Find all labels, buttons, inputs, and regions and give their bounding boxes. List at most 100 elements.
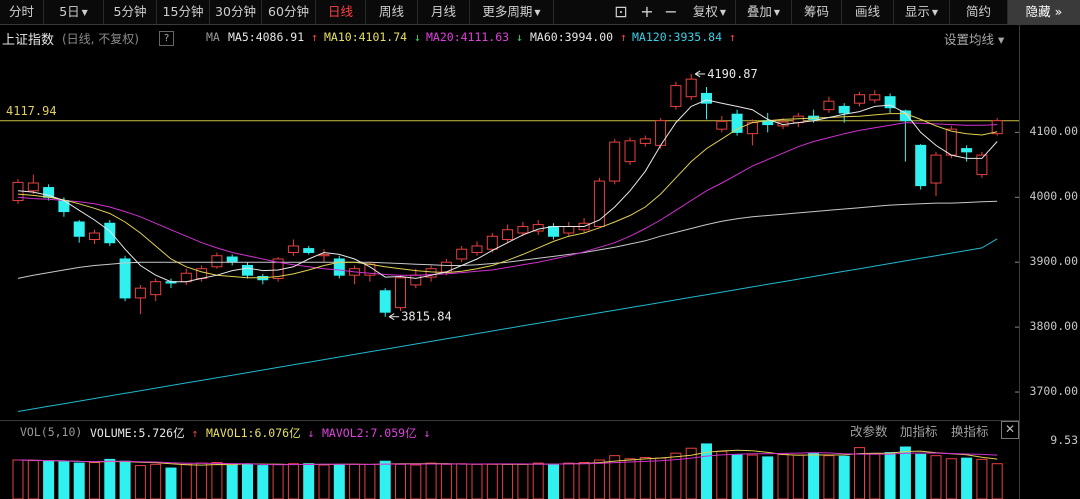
candle-body [73, 221, 85, 237]
volume-bar [104, 458, 116, 499]
ma20-line [17, 122, 998, 276]
candle-body [226, 256, 238, 263]
volume-bar [486, 463, 498, 499]
volume-bar [12, 459, 24, 499]
mavol1-value: MAVOL1:6.076亿 ↓ [206, 426, 315, 440]
volume-bar [624, 458, 636, 499]
volume-bar [349, 463, 361, 499]
volume-bar [211, 461, 223, 499]
volume-bar [471, 463, 483, 499]
volume-bar [425, 462, 437, 499]
volume-bar [854, 447, 865, 499]
edit-params-button[interactable]: 改参数 [850, 421, 888, 440]
candle-body [486, 235, 498, 250]
candle-body [884, 96, 896, 109]
candle-body [395, 277, 406, 309]
volume-bar [165, 467, 177, 499]
candle-body [670, 85, 682, 107]
candle-body [563, 226, 575, 234]
candle-body [211, 255, 223, 268]
candle-body [119, 258, 131, 299]
volume-bar [119, 460, 131, 499]
candle-body [502, 229, 514, 240]
volume-bar [792, 454, 804, 499]
volume-bar [303, 463, 315, 499]
candle-body [961, 148, 973, 153]
switch-indicator-button[interactable]: 换指标 [951, 421, 989, 440]
y-tick-label: 4000.00 [1029, 189, 1078, 204]
volume-bar [150, 463, 162, 499]
candle-body [838, 105, 850, 114]
candle-body [915, 144, 927, 187]
candle-body [89, 232, 100, 240]
volume-bar [287, 463, 299, 499]
ma10-line [17, 113, 998, 279]
volume-bar [808, 452, 820, 499]
price-line-label: 4117.94 [6, 104, 57, 118]
y-tick-label: 4100.00 [1029, 124, 1078, 139]
candle-body [242, 264, 253, 276]
volume-bar [379, 460, 391, 499]
volume-bar [578, 461, 590, 499]
volume-bar [517, 463, 529, 499]
volume-bar [762, 456, 774, 499]
volume-bar [73, 462, 85, 499]
volume-bar [838, 455, 850, 499]
volume-bar [134, 465, 146, 499]
candle-body [379, 290, 391, 313]
volume-bar [899, 446, 911, 499]
volume-bar [961, 457, 973, 499]
volume-bar [364, 463, 376, 499]
volume-bar [976, 458, 988, 499]
volume-bar [395, 463, 406, 499]
low-label: 3815.84 [401, 310, 452, 324]
candle-body [624, 140, 636, 163]
candle-body [854, 94, 865, 104]
volume-bar [869, 453, 881, 499]
volume-bar [716, 450, 728, 499]
volume-bar [196, 462, 208, 499]
candle-body [869, 94, 881, 101]
volume-bar [777, 453, 789, 499]
volume-bar [333, 464, 345, 499]
volume-bar [945, 458, 957, 499]
volume-bar [563, 462, 575, 499]
double-chevron-icon: » [1050, 4, 1063, 19]
volume-bar [884, 452, 896, 499]
candle-body [471, 245, 483, 253]
hide-label: 隐藏 [1025, 4, 1051, 19]
add-indicator-button[interactable]: 加指标 [900, 421, 938, 440]
candle-body [517, 226, 529, 234]
candle-body [287, 245, 299, 253]
volume-bar [272, 463, 284, 499]
candle-body [27, 182, 39, 192]
high-label: 4190.87 [707, 67, 758, 81]
candle-body [456, 248, 468, 260]
candle-body [150, 281, 162, 296]
volume-bar [456, 463, 468, 499]
candle-body [196, 268, 208, 279]
volume-bar [43, 460, 55, 499]
volume-bar [410, 464, 422, 499]
y-tick-label: 3800.00 [1029, 319, 1078, 334]
y-tick-label: 3900.00 [1029, 254, 1078, 269]
y-tick-label: 3700.00 [1029, 384, 1078, 399]
candle-body [685, 78, 697, 98]
close-icon[interactable]: ✕ [1001, 421, 1019, 439]
volume-bar [746, 454, 758, 499]
candle-body [548, 226, 559, 237]
volume-bar [731, 454, 743, 499]
candle-body [318, 253, 330, 257]
candle-body [639, 138, 651, 144]
candle-body [716, 120, 728, 130]
volume-bar [532, 462, 544, 499]
volume-bar [89, 461, 100, 499]
mavol2-value: MAVOL2:7.059亿 ↓ [322, 426, 431, 440]
candle-body [410, 274, 422, 286]
volume-bar [655, 457, 667, 499]
volume-bar [593, 459, 605, 499]
volume-bar [502, 463, 514, 499]
candle-body [655, 120, 667, 146]
candle-body [609, 141, 621, 182]
candle-body [134, 287, 146, 299]
